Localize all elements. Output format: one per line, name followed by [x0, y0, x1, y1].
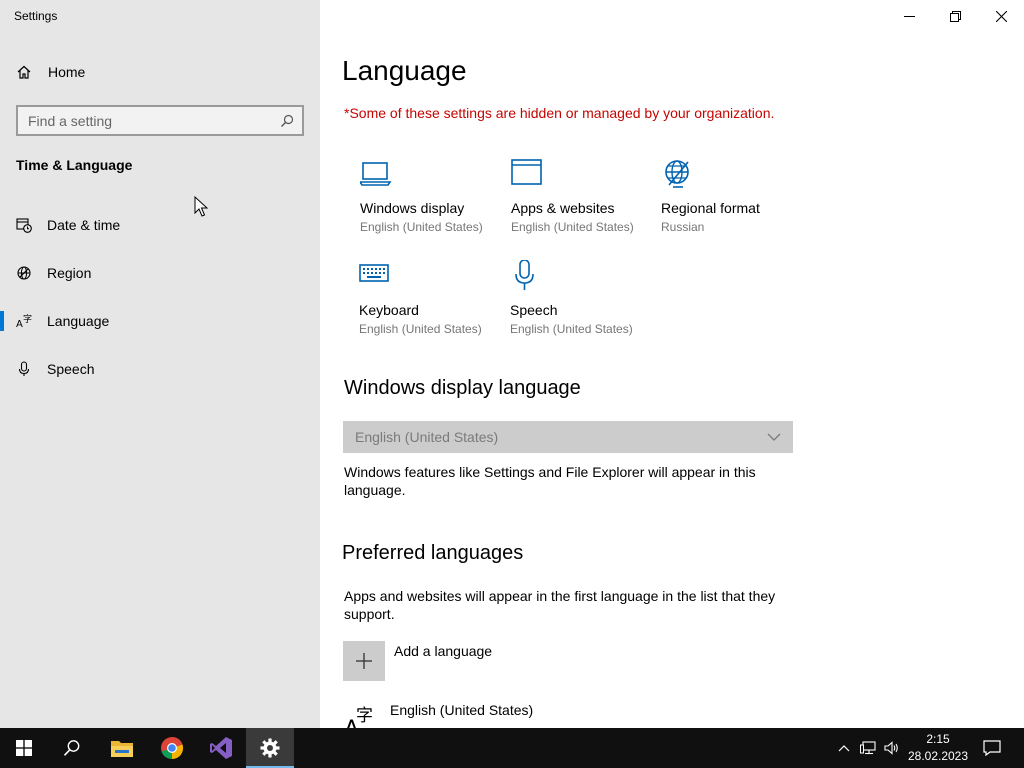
tile-subtitle: English (United States)	[359, 322, 482, 336]
tile-subtitle: English (United States)	[510, 322, 633, 336]
laptop-icon	[360, 162, 392, 186]
taskbar-chrome[interactable]	[148, 728, 196, 768]
volume-button[interactable]	[882, 728, 902, 768]
preferred-languages-heading: Preferred languages	[342, 542, 524, 564]
globe-icon	[665, 160, 689, 188]
taskbar-visual-studio[interactable]	[197, 728, 245, 768]
tile-speech[interactable]: Speech English (United States)	[510, 260, 660, 356]
restore-button[interactable]	[932, 0, 978, 32]
show-hidden-icons-button[interactable]	[836, 728, 852, 768]
tile-name: Regional format	[661, 200, 760, 216]
tile-subtitle: English (United States)	[511, 220, 634, 234]
sidebar-item-speech[interactable]: Speech	[0, 349, 320, 389]
tile-keyboard[interactable]: Keyboard English (United States)	[359, 260, 509, 356]
sidebar-item-label: Region	[47, 265, 92, 281]
taskbar-settings[interactable]	[246, 728, 294, 768]
tile-regional-format[interactable]: Regional format Russian	[661, 158, 811, 254]
display-language-description: Windows features like Settings and File …	[344, 464, 756, 498]
taskbar-search-button[interactable]	[48, 728, 96, 768]
minimize-button[interactable]	[886, 0, 932, 32]
start-button[interactable]	[0, 728, 48, 768]
search-icon[interactable]	[280, 114, 294, 128]
window-title: Settings	[14, 9, 58, 23]
visual-studio-icon	[210, 737, 232, 759]
minimize-icon	[903, 15, 915, 17]
microphone-icon	[18, 361, 30, 376]
plus-icon	[356, 653, 372, 669]
taskbar: 2:15 28.02.2023	[0, 728, 1024, 768]
close-icon	[995, 10, 1007, 22]
display-language-heading: Windows display language	[344, 377, 581, 399]
search-box[interactable]	[16, 105, 304, 136]
search-icon	[63, 740, 80, 756]
search-input[interactable]	[28, 112, 280, 129]
taskbar-file-explorer[interactable]	[98, 728, 146, 768]
browser-window-icon	[511, 159, 542, 185]
svg-text:字: 字	[356, 706, 373, 726]
sidebar-item-label: Speech	[47, 361, 95, 377]
selection-indicator	[0, 311, 4, 331]
keyboard-icon	[359, 264, 389, 282]
network-icon	[860, 741, 876, 755]
tile-name: Speech	[510, 302, 558, 318]
language-name: English (United States)	[390, 702, 534, 718]
tile-apps-websites[interactable]: Apps & websites English (United States)	[511, 158, 661, 254]
tile-name: Keyboard	[359, 302, 419, 318]
sidebar: Settings Home Time & Language Date & tim…	[0, 0, 320, 728]
add-language-label: Add a language	[394, 643, 493, 659]
chevron-down-icon	[767, 433, 781, 441]
section-title: Time & Language	[16, 157, 133, 173]
taskbar-clock[interactable]: 2:15 28.02.2023	[904, 731, 972, 765]
sidebar-item-date-time[interactable]: Date & time	[0, 205, 320, 245]
clock-date: 28.02.2023	[907, 749, 969, 763]
notification-icon	[983, 740, 1001, 756]
sidebar-item-region[interactable]: Region	[0, 253, 320, 293]
restore-icon	[949, 10, 961, 22]
add-box	[343, 641, 385, 681]
tile-name: Windows display	[360, 200, 465, 216]
mouse-cursor-icon	[194, 196, 208, 217]
language-icon: A字	[344, 706, 373, 728]
network-button[interactable]	[858, 728, 878, 768]
gear-icon	[260, 738, 280, 758]
managed-warning: *Some of these settings are hidden or ma…	[344, 105, 775, 121]
language-list-item[interactable]: A字 English (United States)	[344, 702, 533, 728]
language-icon: A字	[16, 313, 32, 329]
clock-time: 2:15	[926, 732, 950, 746]
dropdown-value: English (United States)	[355, 429, 499, 445]
home-nav-item[interactable]: Home	[16, 64, 85, 80]
sidebar-item-label: Date & time	[47, 217, 121, 233]
add-language-button[interactable]: Add a language	[343, 641, 492, 681]
globe-region-icon	[17, 266, 31, 280]
tile-subtitle: English (United States)	[360, 220, 483, 234]
home-label: Home	[48, 64, 86, 80]
windows-logo-icon	[16, 740, 32, 756]
svg-text:A: A	[16, 319, 23, 329]
calendar-clock-icon	[16, 218, 32, 233]
tile-subtitle: Russian	[661, 220, 705, 234]
tile-windows-display[interactable]: Windows display English (United States)	[360, 158, 510, 254]
speaker-icon	[884, 741, 898, 755]
sidebar-item-language[interactable]: A字 Language	[0, 301, 320, 341]
tile-name: Apps & websites	[511, 200, 615, 216]
preferred-languages-description: Apps and websites will appear in the fir…	[344, 588, 776, 622]
folder-icon	[111, 741, 133, 757]
chrome-icon	[161, 736, 184, 760]
close-button[interactable]	[978, 0, 1024, 32]
svg-text:字: 字	[23, 313, 32, 325]
display-language-dropdown[interactable]: English (United States)	[343, 421, 793, 453]
microphone-icon	[515, 260, 534, 290]
main-content: Language *Some of these settings are hid…	[320, 0, 1024, 728]
sidebar-item-label: Language	[47, 313, 110, 329]
chevron-up-icon	[838, 745, 850, 752]
page-title: Language	[342, 55, 467, 86]
home-icon	[17, 65, 31, 79]
action-center-button[interactable]	[978, 728, 1006, 768]
